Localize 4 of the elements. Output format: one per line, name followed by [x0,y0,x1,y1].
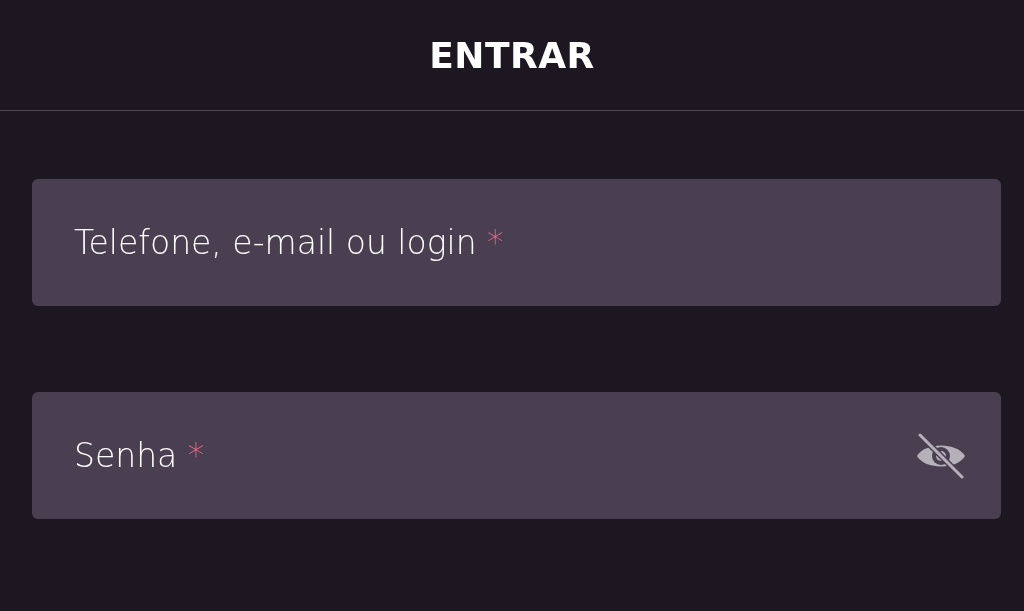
page-title: ENTRAR [429,34,595,76]
password-field[interactable]: Senha * [32,392,1001,519]
eye-slash-icon[interactable] [915,432,967,479]
input-field[interactable]: Telefone, e-mail ou login * [32,179,1001,306]
